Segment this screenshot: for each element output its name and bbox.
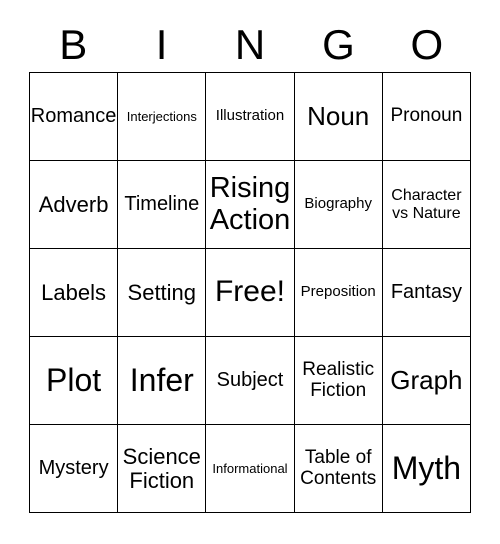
- bingo-cell[interactable]: Preposition: [294, 249, 383, 337]
- bingo-header-letter-n: N: [234, 21, 266, 68]
- bingo-cell[interactable]: Myth: [382, 425, 471, 513]
- bingo-cell[interactable]: Pronoun: [382, 73, 471, 161]
- bingo-header-letter-g: G: [322, 21, 355, 68]
- bingo-cell[interactable]: Realistic Fiction: [294, 337, 383, 425]
- bingo-cell-label: Noun: [307, 100, 370, 131]
- bingo-grid: Romance Interjections Illustration Noun Pron…: [29, 72, 471, 513]
- bingo-cell-label: Biography: [304, 195, 372, 213]
- bingo-cell-label: Illustration: [215, 107, 285, 125]
- bingo-cell-label: Infer: [129, 362, 194, 399]
- bingo-cell[interactable]: Free!: [206, 249, 295, 337]
- bingo-cell-label: Romance: [30, 104, 117, 127]
- bingo-cell-label: Informational: [212, 460, 288, 476]
- bingo-cell-label: Fantasy: [390, 280, 462, 303]
- bingo-cell-label: Mystery: [38, 456, 109, 479]
- bingo-cell[interactable]: Adverb: [30, 161, 119, 249]
- bingo-cell-label: Realistic Fiction: [302, 359, 375, 401]
- bingo-cell[interactable]: Plot: [30, 337, 119, 425]
- bingo-cell[interactable]: Timeline: [118, 161, 207, 249]
- bingo-cell[interactable]: Noun: [294, 73, 383, 161]
- bingo-header: BINGO: [29, 18, 471, 72]
- bingo-cell-label: Rising Action: [209, 172, 291, 236]
- bingo-cell-label: Science Fiction: [122, 443, 201, 493]
- bingo-cell[interactable]: Infer: [118, 337, 207, 425]
- bingo-cell[interactable]: Science Fiction: [118, 425, 207, 513]
- bingo-cell-label: Subject: [216, 368, 284, 391]
- bingo-cell[interactable]: Labels: [30, 249, 119, 337]
- bingo-cell-label: Table of Contents: [300, 447, 377, 489]
- bingo-cell-label: Myth: [391, 450, 462, 487]
- bingo-card: B I N G O Romance Interjections Illustration No…: [0, 0, 500, 544]
- bingo-cell[interactable]: Character vs Nature: [382, 161, 471, 249]
- bingo-cell[interactable]: Illustration: [206, 73, 295, 161]
- bingo-cell-label: Character vs Nature: [391, 187, 462, 222]
- bingo-cell[interactable]: Rising Action: [206, 161, 295, 249]
- bingo-header-letter-b: B: [59, 21, 88, 68]
- bingo-cell-label: Timeline: [124, 192, 200, 215]
- bingo-cell-label: Pronoun: [390, 105, 463, 127]
- bingo-cell[interactable]: Fantasy: [382, 249, 471, 337]
- bingo-cell[interactable]: Mystery: [30, 425, 119, 513]
- bingo-cell[interactable]: Interjections: [118, 73, 207, 161]
- bingo-cell-label: Interjections: [126, 108, 197, 124]
- bingo-cell-label: Setting: [127, 279, 197, 305]
- bingo-cell[interactable]: Romance: [30, 73, 119, 161]
- bingo-header-letter-i: I: [155, 21, 168, 68]
- bingo-cell[interactable]: Graph: [382, 337, 471, 425]
- bingo-cell[interactable]: Subject: [206, 337, 295, 425]
- bingo-cell[interactable]: Table of Contents: [294, 425, 383, 513]
- bingo-cell[interactable]: Setting: [118, 249, 207, 337]
- bingo-cell[interactable]: Biography: [294, 161, 383, 249]
- bingo-cell-label: Preposition: [300, 283, 376, 301]
- bingo-cell-label: Labels: [41, 279, 107, 305]
- bingo-cell-label: Plot: [46, 362, 102, 399]
- bingo-cell[interactable]: Informational: [206, 425, 295, 513]
- bingo-cell-label: Free!: [214, 275, 285, 309]
- bingo-cell-label: Adverb: [38, 191, 109, 217]
- bingo-header-letter-o: O: [410, 21, 444, 68]
- bingo-cell-label: Graph: [390, 364, 463, 395]
